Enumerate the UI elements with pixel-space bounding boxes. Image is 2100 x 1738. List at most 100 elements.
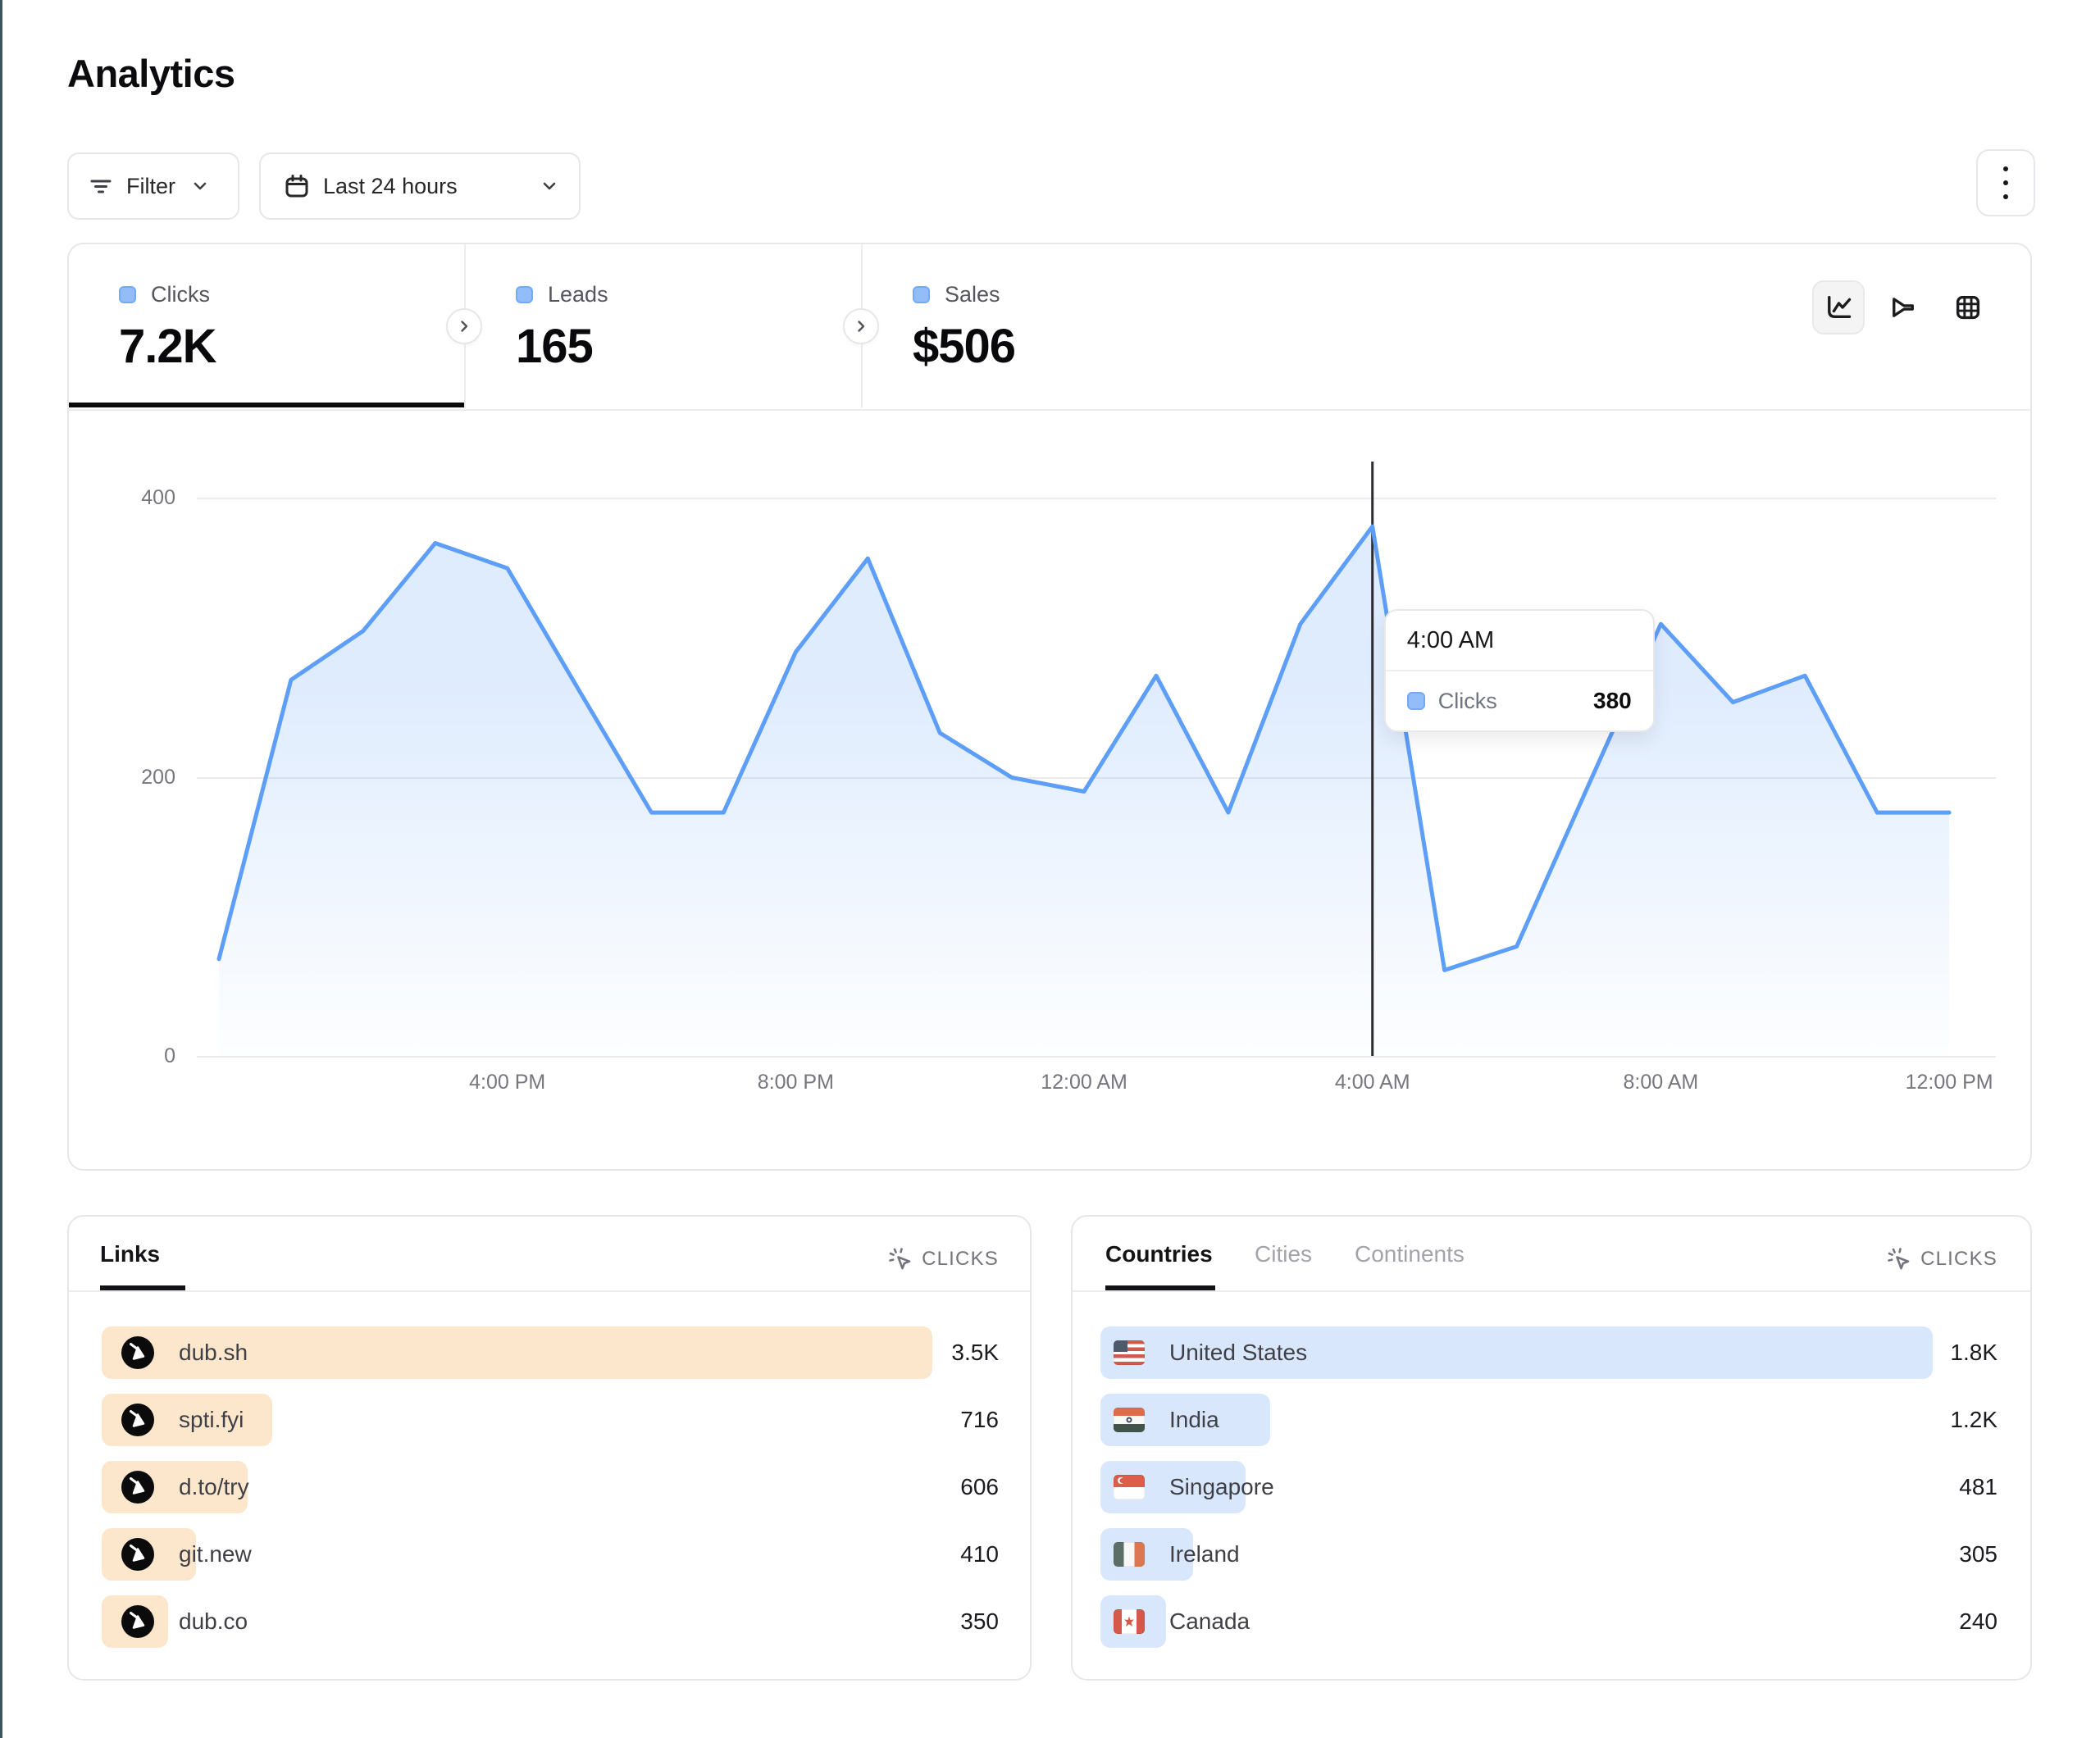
gridline [197,777,1996,779]
link-row[interactable]: dub.co350 [102,1595,999,1648]
links-metric-label: CLICKS [922,1248,999,1271]
chevron-down-icon [540,176,559,196]
country-label: Singapore [1169,1474,1274,1500]
filter-button-label: Filter [126,174,175,199]
table-grid-icon [1953,293,1983,322]
cursor-click-icon [887,1246,913,1272]
tab-cities[interactable]: Cities [1255,1241,1312,1267]
links-metric-selector[interactable]: CLICKS [887,1246,999,1272]
sales-swatch-icon [913,286,930,303]
tab-clicks[interactable]: Clicks 7.2K [69,244,464,407]
tab-countries[interactable]: Countries [1105,1241,1213,1267]
country-row[interactable]: Canada240 [1100,1595,1998,1648]
tab-sales[interactable]: Sales $506 [861,244,1287,407]
country-row[interactable]: Ireland 305 [1100,1528,1998,1581]
chevron-right-icon [854,319,868,334]
clicks-value: 240 [1959,1608,1998,1635]
link-row[interactable]: spti.fyi716 [102,1394,999,1446]
clicks-value: 1.8K [1950,1340,1998,1366]
clicks-value: 350 [960,1608,999,1635]
line-chart-view-button[interactable] [1812,280,1865,334]
expand-metric-button[interactable] [843,308,879,344]
clicks-value: 481 [1959,1474,1998,1500]
clicks-value: 606 [960,1474,999,1500]
dub-logo-icon [121,1336,154,1369]
metric-value: 165 [516,319,861,374]
countries-panel: Countries Cities Continents CLICKS Unite… [1071,1215,2032,1681]
analytics-chart-card: Clicks 7.2K Leads 165 Sales $506 [67,243,2032,1171]
tab-continents[interactable]: Continents [1355,1241,1465,1267]
country-label: Ireland [1169,1541,1240,1567]
country-row[interactable]: India 1.2K [1100,1394,1998,1446]
dub-logo-icon [121,1471,154,1504]
country-row[interactable]: United States 1.8K [1100,1326,1998,1379]
flag-ie-icon [1114,1542,1145,1567]
tab-leads[interactable]: Leads 165 [464,244,861,407]
table-view-button[interactable] [1942,280,1994,334]
metric-value: 7.2K [119,319,464,374]
clicks-value: 305 [1959,1541,1998,1567]
links-list: dub.sh3.5K spti.fyi716 d.to/try 606 git.new4… [102,1326,999,1663]
date-range-button[interactable]: Last 24 hours [259,152,581,220]
tooltip-series-swatch-icon [1407,692,1425,710]
tooltip-series-label: Clicks [1438,689,1497,714]
clicks-value: 1.2K [1950,1407,1998,1433]
clicks-value: 716 [960,1407,999,1433]
date-range-label: Last 24 hours [323,174,458,199]
page-title: Analytics [67,51,235,96]
metric-label: Sales [945,282,1000,307]
link-row[interactable]: dub.sh3.5K [102,1326,999,1379]
funnel-chart-view-button[interactable] [1877,280,1929,334]
clicks-swatch-icon [119,286,136,303]
calendar-icon [284,173,310,199]
analytics-page: Analytics Filter Last 24 hours Clicks [0,0,2100,1738]
metric-value: $506 [913,319,1287,374]
cursor-click-icon [1886,1246,1912,1272]
x-axis-tick-label: 4:00 PM [434,1071,581,1094]
x-axis-tick-label: 4:00 AM [1299,1071,1446,1094]
countries-list: United States 1.8K India 1.2K Singapore 481 Ir… [1100,1326,1998,1663]
country-label: India [1169,1407,1219,1433]
link-row[interactable]: d.to/try 606 [102,1461,999,1513]
link-label: d.to/try [179,1474,249,1500]
chart-tooltip: 4:00 AM Clicks 380 [1384,609,1655,732]
filter-button[interactable]: Filter [67,152,239,220]
chevron-down-icon [190,176,210,196]
metric-label: Leads [548,282,608,307]
y-axis-tick-label: 0 [74,1044,175,1068]
kebab-menu-icon [2003,166,2008,199]
metric-tabs-row: Clicks 7.2K Leads 165 Sales $506 [69,244,2030,411]
countries-metric-selector[interactable]: CLICKS [1886,1246,1998,1272]
dub-logo-icon [121,1538,154,1571]
metric-label: Clicks [151,282,210,307]
country-row[interactable]: Singapore 481 [1100,1461,1998,1513]
more-options-button[interactable] [1976,149,2035,216]
tooltip-time: 4:00 AM [1386,611,1653,671]
dub-logo-icon [121,1605,154,1638]
funnel-chart-icon [1888,293,1918,322]
expand-metric-button[interactable] [446,308,482,344]
gridline [197,1056,1996,1058]
left-accent-border [0,0,2,1738]
dub-logo-icon [121,1404,154,1436]
filter-icon [89,174,113,198]
link-row[interactable]: git.new410 [102,1528,999,1581]
flag-sg-icon [1114,1475,1145,1499]
x-axis-tick-label: 12:00 AM [1010,1071,1158,1094]
leads-swatch-icon [516,286,533,303]
x-axis-tick-label: 12:00 PM [1875,1071,2023,1094]
y-axis-tick-label: 200 [74,766,175,789]
flag-ca-icon [1114,1609,1145,1634]
links-panel: Links CLICKS dub.sh3.5K spti.fyi716 d.to/t… [67,1215,1032,1681]
panel-divider [1073,1290,2030,1292]
country-label: United States [1169,1340,1307,1366]
link-label: dub.sh [179,1340,248,1366]
chevron-right-icon [457,319,471,334]
gridline [197,498,1996,499]
flag-in-icon [1114,1408,1145,1432]
tab-links[interactable]: Links [100,1241,160,1267]
y-axis-tick-label: 400 [74,486,175,510]
panel-divider [69,1290,1030,1292]
x-axis-tick-label: 8:00 PM [722,1071,869,1094]
flag-us-icon [1114,1340,1145,1365]
